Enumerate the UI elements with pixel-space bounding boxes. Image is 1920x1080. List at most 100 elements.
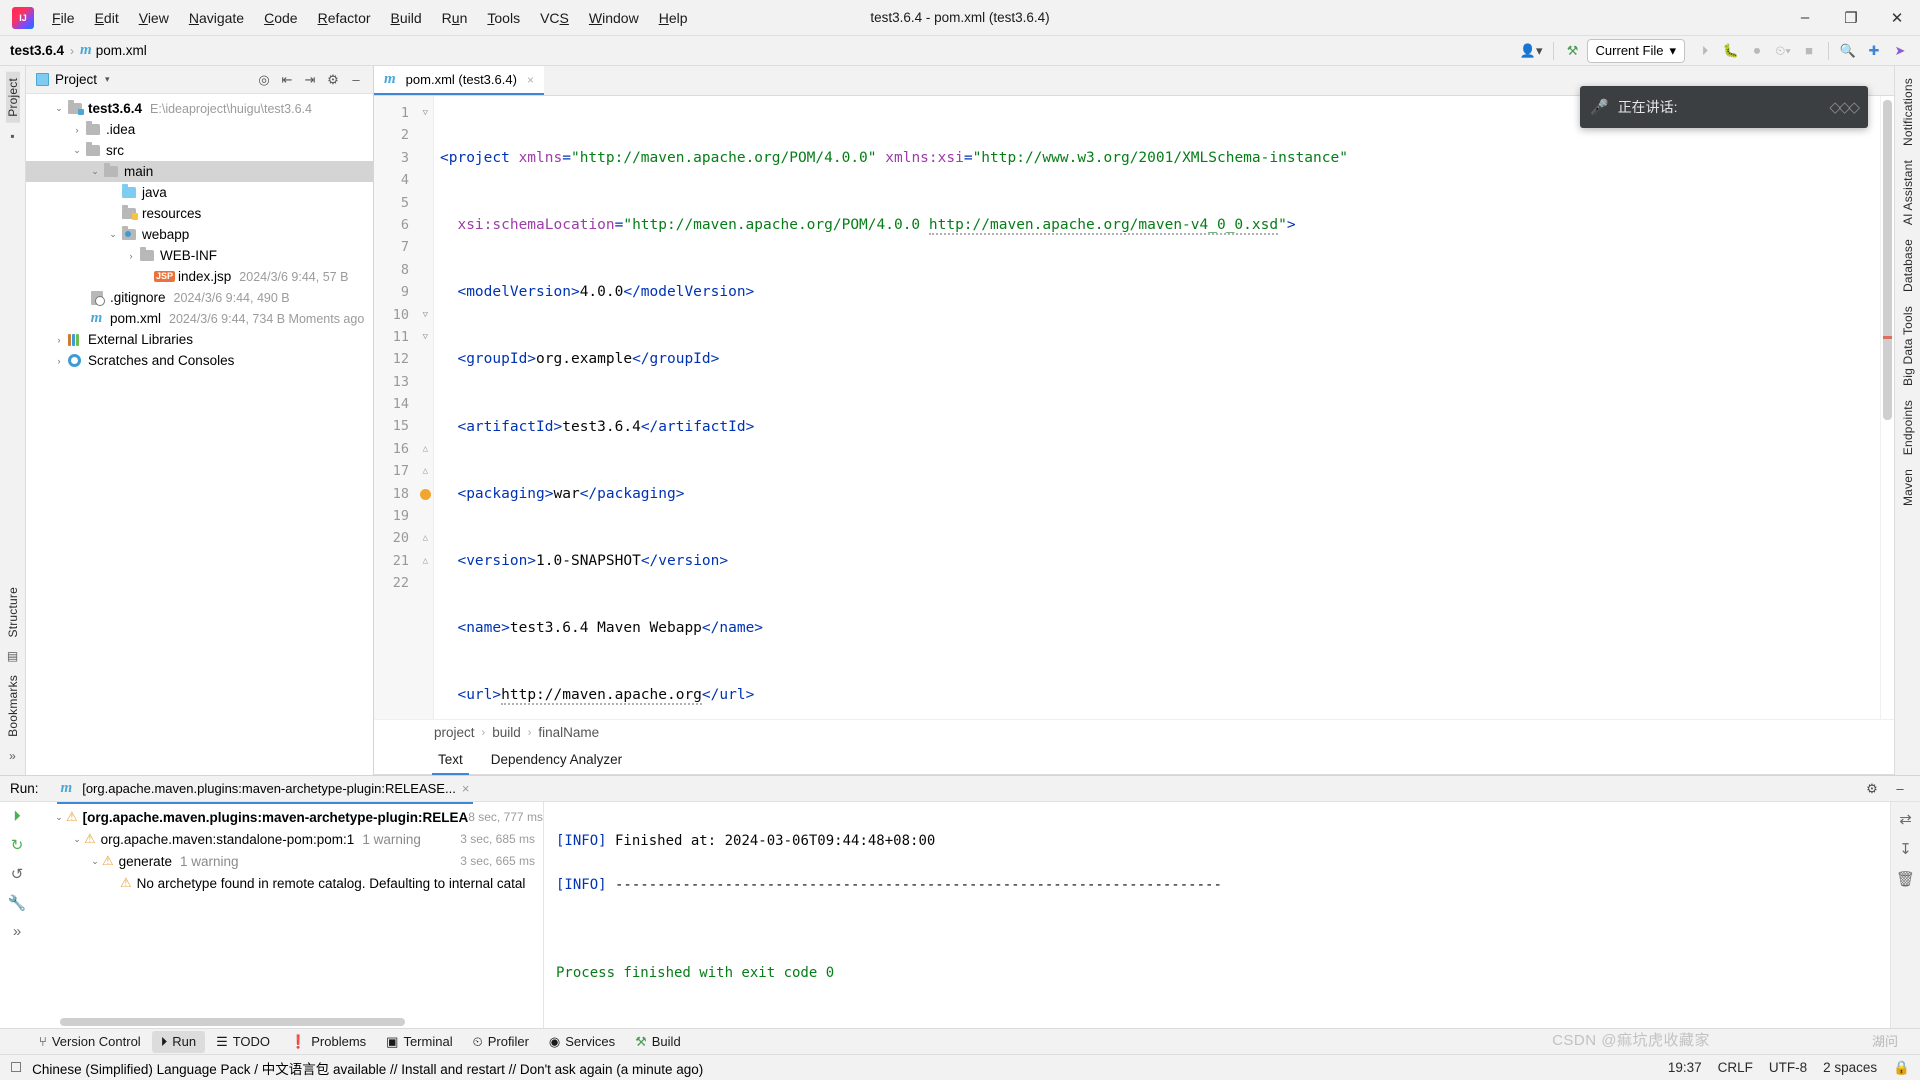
expand-arrow-icon[interactable]: ⌄ — [88, 856, 102, 867]
tool-button-terminal[interactable]: ▣ Terminal — [377, 1031, 461, 1053]
user-avatar-icon[interactable]: 👤▾ — [1517, 39, 1546, 63]
run-with-coverage-icon[interactable]: ⏺ — [1745, 39, 1769, 63]
settings-gear-icon[interactable]: ⚙ — [1860, 777, 1884, 801]
settings-gear-icon[interactable]: ⚙ — [322, 69, 344, 91]
run-icon[interactable]: ⏵ — [1693, 39, 1717, 63]
tool-button-build[interactable]: ⚒ Build — [626, 1031, 690, 1053]
soft-wrap-icon[interactable]: ⇄ — [1899, 810, 1912, 828]
expand-arrow-icon[interactable]: › — [52, 335, 66, 345]
more-tool-windows-icon[interactable]: » — [9, 749, 16, 763]
menu-vcs[interactable]: VCS — [530, 6, 579, 30]
expand-arrow-icon[interactable]: ⌄ — [106, 229, 120, 240]
error-marker[interactable] — [1883, 336, 1892, 339]
menu-refactor[interactable]: Refactor — [308, 6, 381, 30]
ai-assistant-icon[interactable]: ➤ — [1888, 39, 1912, 63]
run-tab[interactable]: m [org.apache.maven.plugins:maven-archet… — [53, 777, 478, 804]
chevron-down-icon[interactable]: ▾ — [105, 74, 110, 85]
menu-window[interactable]: Window — [579, 6, 649, 30]
tree-row-resources[interactable]: resources — [26, 203, 373, 224]
menu-edit[interactable]: Edit — [85, 6, 129, 30]
scrollbar-thumb[interactable] — [1883, 100, 1892, 420]
tool-button-problems[interactable]: ❗ Problems — [281, 1031, 375, 1053]
caret-position[interactable]: 19:37 — [1668, 1060, 1702, 1075]
run-console-output[interactable]: [INFO] Finished at: 2024-03-06T09:44:48+… — [544, 802, 1890, 1028]
close-icon[interactable]: × — [462, 781, 470, 796]
more-icon[interactable]: » — [13, 923, 21, 940]
collapse-all-icon[interactable]: ⇥ — [299, 69, 321, 91]
tool-button-bookmarks[interactable]: Bookmarks — [6, 669, 20, 743]
expand-arrow-icon[interactable]: › — [70, 125, 84, 135]
run-tree-horizontal-scrollbar[interactable] — [60, 1018, 405, 1026]
maximize-button[interactable]: ❐ — [1828, 0, 1874, 36]
tool-button-ai-assistant[interactable]: AI Assistant — [1901, 154, 1915, 231]
debug-icon[interactable]: 🐛 — [1719, 39, 1743, 63]
terminal-icon[interactable]: ▤ — [7, 649, 18, 663]
tree-row-indexjsp[interactable]: JSP index.jsp 2024/3/6 9:44, 57 B — [26, 266, 373, 287]
close-button[interactable]: ✕ — [1874, 0, 1920, 36]
status-message[interactable]: Chinese (Simplified) Language Pack / 中文语… — [32, 1058, 703, 1078]
menu-help[interactable]: Help — [649, 6, 698, 30]
tree-row-src[interactable]: ⌄ src — [26, 140, 373, 161]
tab-dependency-analyzer[interactable]: Dependency Analyzer — [477, 748, 636, 771]
menu-navigate[interactable]: Navigate — [179, 6, 254, 30]
expand-arrow-icon[interactable]: ⌄ — [52, 812, 66, 823]
tool-button-structure[interactable]: Structure — [6, 581, 20, 644]
line-number-gutter[interactable]: 1 ▽ 2 3 4 5 6 7 8 9 10 ▽ 11 ▽ 12 13 14 15 1… — [374, 96, 434, 719]
menu-file[interactable]: FFileile — [42, 6, 85, 30]
tree-row-webapp[interactable]: ⌄ webapp — [26, 224, 373, 245]
expand-arrow-icon[interactable]: › — [52, 356, 66, 366]
minimize-button[interactable]: – — [1782, 0, 1828, 36]
tree-row-java[interactable]: java — [26, 182, 373, 203]
expand-all-icon[interactable]: ⇤ — [276, 69, 298, 91]
tree-row-gitignore[interactable]: .gitignore 2024/3/6 9:44, 490 B — [26, 287, 373, 308]
tree-row-test364[interactable]: ⌄ test3.6.4 E:\ideaproject\huigu\test3.6… — [26, 98, 373, 119]
search-everywhere-icon[interactable]: 🔍 — [1836, 39, 1860, 63]
settings-wrench-icon[interactable]: 🔧 — [8, 894, 27, 912]
stop-icon[interactable]: ■ — [1797, 39, 1821, 63]
tool-button-todo[interactable]: ☰ TODO — [207, 1031, 279, 1053]
tool-button-notifications[interactable]: Notifications — [1901, 72, 1915, 152]
expand-arrow-icon[interactable]: ⌄ — [88, 166, 102, 177]
menu-view[interactable]: View — [129, 6, 179, 30]
expand-arrow-icon[interactable]: › — [124, 251, 138, 261]
breadcrumb-project[interactable]: test3.6.4 — [10, 43, 64, 58]
run-icon[interactable]: ⏵ — [13, 808, 21, 825]
menu-build[interactable]: Build — [381, 6, 432, 30]
tool-button-run[interactable]: ⏵ Run — [151, 1030, 206, 1053]
tool-button-profiler[interactable]: ⏲ Profiler — [464, 1031, 538, 1053]
locate-icon[interactable]: ◎ — [253, 69, 275, 91]
speech-notification-popup[interactable]: 🎤 正在讲话: ◇◇◇ — [1580, 86, 1868, 128]
run-configuration-selector[interactable]: Current File ▾ — [1586, 38, 1685, 63]
tool-button-maven[interactable]: Maven — [1901, 463, 1915, 512]
run-tree-row[interactable]: ⌄ ⚠ [org.apache.maven.plugins:maven-arch… — [34, 806, 543, 828]
code-editor[interactable]: <project xmlns="http://maven.apache.org/… — [434, 96, 1880, 719]
close-icon[interactable]: × — [527, 73, 534, 87]
tool-button-database[interactable]: Database — [1901, 233, 1915, 298]
line-separator[interactable]: CRLF — [1718, 1060, 1753, 1075]
tab-text[interactable]: Text — [424, 748, 477, 775]
breadcrumb-build-node[interactable]: build — [492, 725, 521, 740]
clear-all-icon[interactable]: 🗑 — [1896, 870, 1915, 888]
commit-icon[interactable]: ▪ — [10, 129, 14, 143]
hide-icon[interactable]: – — [1888, 777, 1912, 801]
updates-icon[interactable]: ✚ — [1862, 39, 1886, 63]
build-hammer-icon[interactable]: ⚒ — [1561, 39, 1585, 63]
profiler-icon[interactable]: ⏲▾ — [1771, 39, 1795, 63]
breadcrumb-file[interactable]: pom.xml — [96, 43, 147, 58]
expand-arrow-icon[interactable]: ⌄ — [70, 145, 84, 156]
menu-tools[interactable]: Tools — [477, 6, 530, 30]
tree-row-pomxml[interactable]: m pom.xml 2024/3/6 9:44, 734 B Moments a… — [26, 308, 373, 329]
lock-icon[interactable]: 🔒 — [1893, 1060, 1910, 1076]
editor-tab-pomxml[interactable]: m pom.xml (test3.6.4) × — [374, 66, 544, 95]
expand-arrow-icon[interactable]: ⌄ — [70, 834, 84, 845]
rerun-icon[interactable]: ↻ — [11, 836, 24, 854]
menu-code[interactable]: Code — [254, 6, 307, 30]
file-encoding[interactable]: UTF-8 — [1769, 1060, 1807, 1075]
menu-run[interactable]: Run — [432, 6, 478, 30]
tree-row-main[interactable]: ⌄ main — [26, 161, 373, 182]
tool-button-version-control[interactable]: ⑂ Version Control — [30, 1031, 150, 1052]
expand-arrow-icon[interactable]: ⌄ — [52, 103, 66, 114]
tree-row-scratches[interactable]: › Scratches and Consoles — [26, 350, 373, 371]
tree-row-idea[interactable]: › .idea — [26, 119, 373, 140]
breadcrumb-project-node[interactable]: project — [434, 725, 475, 740]
